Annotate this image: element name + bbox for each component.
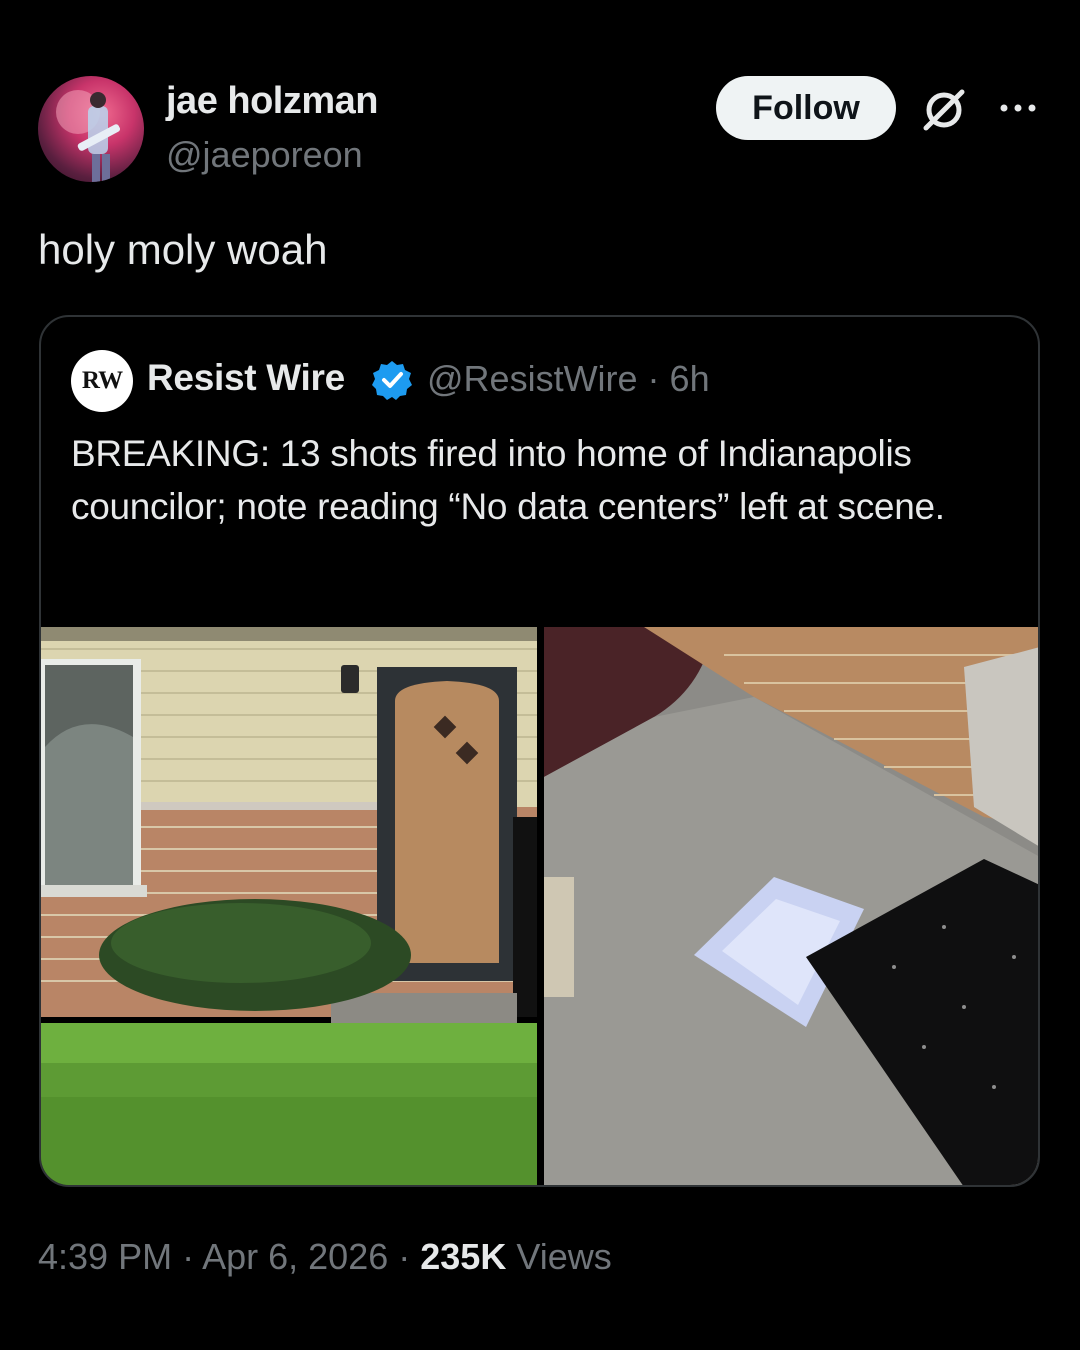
author-avatar[interactable] xyxy=(38,76,144,182)
quoted-tweet-text: BREAKING: 13 shots fired into home of In… xyxy=(71,433,945,527)
quoted-handle-time[interactable]: @ResistWire · 6h xyxy=(427,358,710,400)
views-label: Views xyxy=(516,1236,612,1277)
author-handle[interactable]: @jaeporeon xyxy=(166,134,363,176)
verified-badge-icon xyxy=(371,359,413,401)
quoted-display-name[interactable]: Resist Wire xyxy=(147,357,345,399)
tweet-meta: 4:39 PM · Apr 6, 2026 · 235K Views xyxy=(38,1236,612,1278)
views-count: 235K xyxy=(420,1236,507,1277)
tweet-text: holy moly woah xyxy=(38,226,328,273)
porch-note-photo[interactable] xyxy=(544,627,1038,1185)
more-icon[interactable] xyxy=(996,86,1040,130)
separator-dot: · xyxy=(182,1236,203,1277)
follow-button[interactable]: Follow xyxy=(716,76,896,140)
grok-icon[interactable] xyxy=(918,84,970,136)
tweet-date[interactable]: Apr 6, 2026 xyxy=(202,1236,388,1277)
author-display-name[interactable]: jae holzman xyxy=(166,80,379,123)
tweet-time[interactable]: 4:39 PM xyxy=(38,1236,172,1277)
house-photo[interactable] xyxy=(41,627,537,1185)
quoted-tweet-card[interactable]: RW Resist Wire @ResistWire · 6h BREAKING… xyxy=(39,315,1040,1187)
separator-dot: · xyxy=(398,1236,421,1277)
quoted-avatar[interactable]: RW xyxy=(71,350,133,412)
